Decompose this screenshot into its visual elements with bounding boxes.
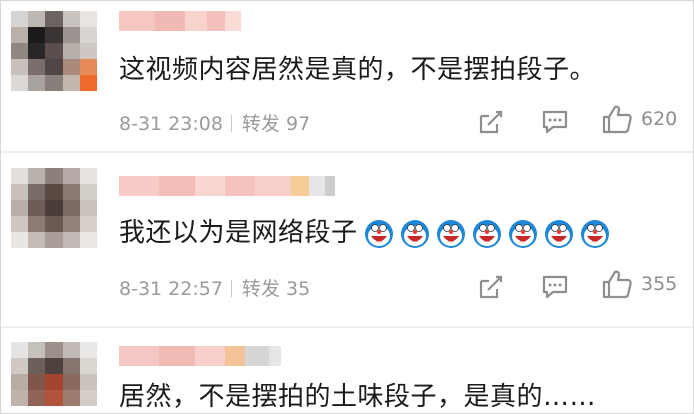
repost-count: 35	[285, 278, 311, 300]
username-blurred[interactable]	[119, 346, 281, 366]
comment-time: 8-31 22:57	[119, 278, 223, 300]
username-blurred[interactable]	[119, 176, 335, 196]
repost-count: 97	[285, 113, 311, 135]
avatar[interactable]	[11, 342, 97, 413]
divider	[1, 151, 693, 153]
doraemon-laugh-icon	[472, 219, 501, 248]
divider	[1, 326, 693, 328]
like-count: 620	[641, 108, 678, 130]
emoji-group	[364, 219, 610, 249]
comment-text: 我还以为是网络段子	[119, 212, 610, 249]
comment-item: 居然，不是摆拍的土味段子，是真的……	[1, 334, 693, 413]
repost-label[interactable]: 转发	[242, 278, 280, 300]
doraemon-laugh-icon	[436, 219, 465, 248]
comment-time: 8-31 23:08	[119, 113, 223, 135]
avatar[interactable]	[11, 168, 97, 248]
username-blurred[interactable]	[119, 11, 241, 31]
doraemon-laugh-icon	[544, 219, 573, 248]
comment-item: 我还以为是网络段子 8-31 22:57 转发 35 355	[1, 154, 693, 326]
doraemon-laugh-icon	[508, 219, 537, 248]
like-button[interactable]: 355	[601, 267, 677, 301]
doraemon-laugh-icon	[580, 219, 609, 248]
comment-meta: 8-31 22:57 转发 35	[119, 274, 310, 301]
comment-item: 这视频内容居然是真的，不是摆拍段子。 8-31 23:08 转发 97 620	[1, 1, 693, 151]
comment-list: 这视频内容居然是真的，不是摆拍段子。 8-31 23:08 转发 97 620 我	[0, 0, 694, 414]
comment-text-content: 我还以为是网络段子	[119, 218, 358, 248]
comment-icon[interactable]	[541, 270, 569, 304]
edit-icon[interactable]	[477, 270, 505, 304]
doraemon-laugh-icon	[400, 219, 429, 248]
edit-icon[interactable]	[477, 105, 505, 139]
like-button[interactable]: 620	[601, 102, 677, 136]
comment-text: 这视频内容居然是真的，不是摆拍段子。	[119, 55, 597, 85]
like-count: 355	[641, 273, 678, 295]
doraemon-laugh-icon	[364, 219, 393, 248]
repost-label[interactable]: 转发	[242, 113, 280, 135]
comment-meta: 8-31 23:08 转发 97	[119, 109, 310, 136]
avatar[interactable]	[11, 11, 97, 91]
comment-text: 居然，不是摆拍的土味段子，是真的……	[119, 382, 597, 412]
divider	[230, 280, 232, 297]
thumbs-up-icon	[602, 270, 632, 299]
divider	[230, 115, 232, 132]
thumbs-up-icon	[602, 105, 632, 134]
comment-icon[interactable]	[541, 105, 569, 139]
